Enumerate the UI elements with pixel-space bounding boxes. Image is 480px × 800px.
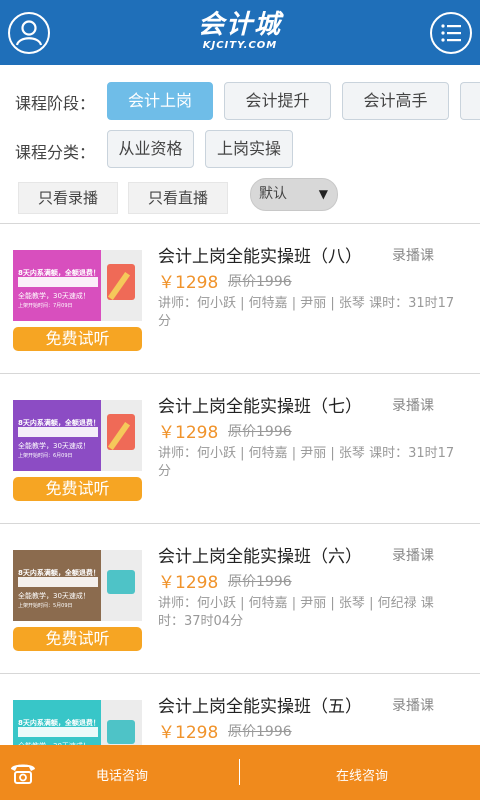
category-option-congye[interactable]: 从业资格 xyxy=(107,130,194,168)
course-title[interactable]: 会计上岗全能实操班（六） xyxy=(158,542,362,567)
course-price: ￥1298 xyxy=(158,423,219,443)
course-desc: 讲师：何小跃 | 何特嘉 | 尹丽 | 张琴 课时：31时17分 xyxy=(158,296,455,329)
course-price: ￥1298 xyxy=(158,273,219,293)
course-original-price: 原价1996 xyxy=(228,274,292,290)
user-icon[interactable] xyxy=(8,12,50,54)
logo-sub-text: KJCITY.COM xyxy=(202,40,278,51)
thumb-text: 上架开始时间：5月09日 xyxy=(18,603,73,609)
thumb-text: 全能教学，30天速成！ xyxy=(18,292,90,300)
view-live-button[interactable]: 只看直播 xyxy=(128,182,228,214)
stage-option-gaoshou[interactable]: 会计高手 xyxy=(342,82,449,120)
course-original-price: 原价1996 xyxy=(228,574,292,590)
course-desc: 讲师：何小跃 | 何特嘉 | 尹丽 | 张琴 课时：31时17分 xyxy=(158,446,455,479)
menu-list-icon[interactable] xyxy=(430,12,472,54)
category-label: 课程分类： xyxy=(15,143,96,162)
stage-option-tisheng[interactable]: 会计提升 xyxy=(224,82,331,120)
course-item[interactable]: 8天内系满额，全额退费！ 全能教学，30天速成！ 上架开始时间：5月09日 免费… xyxy=(0,523,480,673)
thumb-text: 上架开始时间：6月09日 xyxy=(18,453,73,459)
free-trial-button[interactable]: 免费试听 xyxy=(13,627,142,651)
course-title[interactable]: 会计上岗全能实操班（七） xyxy=(158,392,362,417)
course-desc: 讲师：何小跃 | 何特嘉 | 尹丽 | 张琴 | 何纪禄 课时：37时04分 xyxy=(158,596,434,629)
free-trial-button[interactable]: 免费试听 xyxy=(13,327,142,351)
course-title[interactable]: 会计上岗全能实操班（八） xyxy=(158,242,362,267)
monitor-icon xyxy=(107,570,135,594)
course-type-tag: 录播课 xyxy=(392,698,434,714)
app-logo: 会计城 KJCITY.COM xyxy=(180,10,300,56)
thumb-text: 全能教学，30天速成！ xyxy=(18,442,90,450)
online-consult-button[interactable]: 在线咨询 xyxy=(336,765,388,784)
monitor-icon xyxy=(107,720,135,744)
free-trial-button[interactable]: 免费试听 xyxy=(13,477,142,501)
course-title[interactable]: 会计上岗全能实操班（五） xyxy=(158,692,362,717)
course-thumbnail: 8天内系满额，全额退费！ 全能教学，30天速成！ 上架开始时间：6月09日 xyxy=(13,400,142,471)
app-header: 会计城 KJCITY.COM xyxy=(0,0,480,65)
course-type-tag: 录播课 xyxy=(392,398,434,414)
course-thumbnail: 8天内系满额，全额退费！ 全能教学，30天速成！ 上架开始时间：7月09日 xyxy=(13,250,142,321)
sort-select[interactable]: 默认 ▼ xyxy=(250,178,338,211)
stage-label: 课程阶段： xyxy=(15,94,96,113)
stage-option-more[interactable] xyxy=(460,82,480,120)
bottom-contact-bar: 电话咨询 在线咨询 xyxy=(0,745,480,800)
course-item[interactable]: 8天内系满额，全额退费！ 全能教学，30天速成！ 上架开始时间：7月09日 免费… xyxy=(0,223,480,373)
course-original-price: 原价1996 xyxy=(228,724,292,740)
sort-select-value: 默认 xyxy=(259,186,287,202)
course-type-tag: 录播课 xyxy=(392,248,434,264)
phone-consult-button[interactable]: 电话咨询 xyxy=(96,765,148,784)
stage-option-shanggang[interactable]: 会计上岗 xyxy=(107,82,213,120)
course-item[interactable]: 8天内系满额，全额退费！ 全能教学，30天速成！ 上架开始时间：6月09日 免费… xyxy=(0,373,480,523)
course-price: ￥1298 xyxy=(158,723,219,743)
course-thumbnail: 8天内系满额，全额退费！ 全能教学，30天速成！ 上架开始时间：5月09日 xyxy=(13,550,142,621)
bar-separator xyxy=(239,759,240,785)
logo-main-text: 会计城 xyxy=(197,10,282,40)
thumb-text: 上架开始时间：7月09日 xyxy=(18,303,73,309)
course-price: ￥1298 xyxy=(158,573,219,593)
thumb-text: 全能教学，30天速成！ xyxy=(18,592,90,600)
view-recorded-button[interactable]: 只看录播 xyxy=(18,182,118,214)
course-original-price: 原价1996 xyxy=(228,424,292,440)
triangle-down-icon: ▼ xyxy=(318,187,328,201)
category-option-shicao[interactable]: 上岗实操 xyxy=(205,130,293,168)
course-type-tag: 录播课 xyxy=(392,548,434,564)
telephone-icon[interactable] xyxy=(7,755,39,787)
